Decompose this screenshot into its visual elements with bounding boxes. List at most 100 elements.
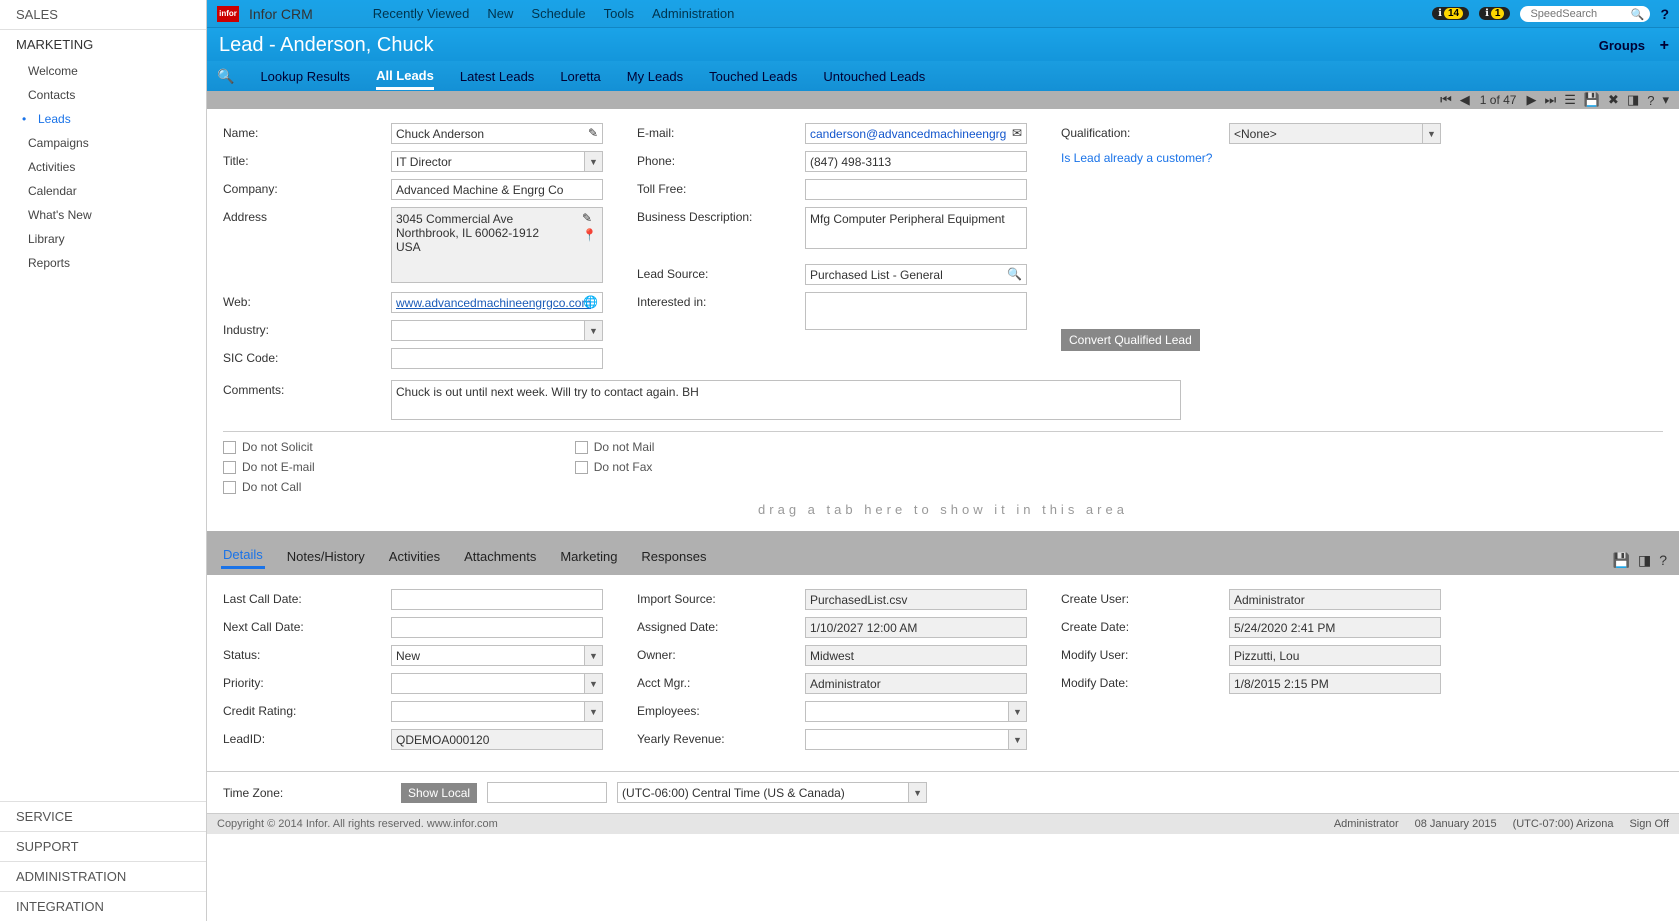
help-icon[interactable]: ? <box>1660 6 1669 22</box>
sidebar-item-reports[interactable]: Reports <box>0 251 206 275</box>
owner-field[interactable]: Midwest <box>805 645 1027 666</box>
tab-all-leads[interactable]: All Leads <box>376 62 434 90</box>
pencil-icon[interactable]: ✎ <box>588 126 598 140</box>
lookup-icon[interactable]: 🔍 <box>217 68 234 85</box>
speedsearch-box[interactable]: 🔍 <box>1520 6 1650 22</box>
chevron-down-icon[interactable]: ▼ <box>584 321 602 340</box>
next-page-icon[interactable]: ▶ <box>1524 92 1538 108</box>
sidebar-section-integration[interactable]: INTEGRATION <box>0 891 206 921</box>
lastcall-input[interactable] <box>391 589 603 610</box>
drag-tab-area[interactable]: drag a tab here to show it in this area <box>223 494 1663 525</box>
name-input[interactable]: Chuck Anderson✎ <box>391 123 603 144</box>
sidebar-item-leads[interactable]: Leads <box>0 107 206 131</box>
save-icon[interactable]: 💾 <box>1582 92 1602 108</box>
mail-icon[interactable]: ✉ <box>1012 126 1022 140</box>
chevron-down-icon[interactable]: ▼ <box>584 702 602 721</box>
title-select[interactable]: IT Director▼ <box>391 151 603 172</box>
menu-tools[interactable]: Tools <box>604 6 634 21</box>
groups-link[interactable]: Groups <box>1599 38 1645 53</box>
donot-solicit-checkbox[interactable]: Do not Solicit <box>223 440 315 454</box>
employees-select[interactable]: ▼ <box>805 701 1027 722</box>
tollfree-input[interactable] <box>805 179 1027 200</box>
nextcall-input[interactable] <box>391 617 603 638</box>
sic-input[interactable] <box>391 348 603 369</box>
edit-icon[interactable]: ◨ <box>1638 552 1651 569</box>
interested-textarea[interactable] <box>805 292 1027 330</box>
edit-icon[interactable]: ◨ <box>1625 92 1641 108</box>
dtab-details[interactable]: Details <box>221 543 265 569</box>
email-input[interactable]: canderson@advancedmachineengrg✉ <box>805 123 1027 144</box>
tab-latest-leads[interactable]: Latest Leads <box>460 63 534 90</box>
prev-page-icon[interactable]: ◀ <box>1458 92 1472 108</box>
menu-schedule[interactable]: Schedule <box>531 6 585 21</box>
leadsource-input[interactable]: Purchased List - General🔍 <box>805 264 1027 285</box>
dtab-marketing[interactable]: Marketing <box>558 545 619 568</box>
is-customer-link[interactable]: Is Lead already a customer? <box>1061 151 1212 165</box>
company-input[interactable] <box>391 179 603 200</box>
sidebar-item-whatsnew[interactable]: What's New <box>0 203 206 227</box>
sidebar-section-service[interactable]: SERVICE <box>0 801 206 831</box>
donot-mail-checkbox[interactable]: Do not Mail <box>575 440 655 454</box>
help-icon[interactable]: ? <box>1659 552 1667 569</box>
map-pin-icon[interactable]: 📍 <box>582 228 597 242</box>
donot-fax-checkbox[interactable]: Do not Fax <box>575 460 655 474</box>
tab-lookup-results[interactable]: Lookup Results <box>260 63 350 90</box>
menu-administration[interactable]: Administration <box>652 6 734 21</box>
dtab-responses[interactable]: Responses <box>639 545 708 568</box>
speedsearch-input[interactable] <box>1530 8 1620 20</box>
sidebar-item-welcome[interactable]: Welcome <box>0 59 206 83</box>
dtab-attachments[interactable]: Attachments <box>462 545 538 568</box>
bizdesc-textarea[interactable] <box>805 207 1027 249</box>
dtab-notes[interactable]: Notes/History <box>285 545 367 568</box>
comments-textarea[interactable] <box>391 380 1181 420</box>
sidebar-item-calendar[interactable]: Calendar <box>0 179 206 203</box>
timezone-select[interactable]: (UTC-06:00) Central Time (US & Canada)▼ <box>617 782 927 803</box>
dtab-activities[interactable]: Activities <box>387 545 442 568</box>
qualification-select[interactable]: <None>▼ <box>1229 123 1441 144</box>
timezone-empty-input[interactable] <box>487 782 607 803</box>
sidebar-section-sales[interactable]: SALES <box>0 0 206 30</box>
globe-icon[interactable]: 🌐 <box>583 295 598 309</box>
tab-touched-leads[interactable]: Touched Leads <box>709 63 797 90</box>
tab-untouched-leads[interactable]: Untouched Leads <box>823 63 925 90</box>
first-page-icon[interactable]: ⏮ <box>1438 92 1454 108</box>
sidebar-section-support[interactable]: SUPPORT <box>0 831 206 861</box>
sidebar-item-library[interactable]: Library <box>0 227 206 251</box>
last-page-icon[interactable]: ⏭ <box>1542 92 1558 108</box>
donot-call-checkbox[interactable]: Do not Call <box>223 480 315 494</box>
web-link[interactable]: www.advancedmachineengrgco.com🌐 <box>391 292 603 313</box>
acctmgr-field[interactable]: Administrator <box>805 673 1027 694</box>
notification-badge-2[interactable]: ℹ 1 <box>1479 7 1510 20</box>
chevron-down-icon[interactable]: ▼ <box>1422 124 1440 143</box>
chevron-down-icon[interactable]: ▼ <box>1008 702 1026 721</box>
address-textarea[interactable] <box>391 207 603 283</box>
tab-loretta[interactable]: Loretta <box>560 63 600 90</box>
search-icon[interactable]: 🔍 <box>1007 267 1022 281</box>
chevron-down-icon[interactable]: ▼ <box>584 674 602 693</box>
chevron-down-icon[interactable]: ▼ <box>1008 730 1026 749</box>
priority-select[interactable]: ▼ <box>391 673 603 694</box>
show-local-button[interactable]: Show Local <box>401 783 477 803</box>
sidebar-item-campaigns[interactable]: Campaigns <box>0 131 206 155</box>
save-icon[interactable]: 💾 <box>1613 552 1630 569</box>
sidebar-section-marketing[interactable]: MARKETING <box>0 30 206 59</box>
chevron-down-icon[interactable]: ▼ <box>584 152 602 171</box>
tab-my-leads[interactable]: My Leads <box>627 63 683 90</box>
footer-signoff[interactable]: Sign Off <box>1629 818 1669 830</box>
industry-select[interactable]: ▼ <box>391 320 603 341</box>
notification-badge-1[interactable]: ℹ 14 <box>1432 7 1469 20</box>
convert-qualified-lead-button[interactable]: Convert Qualified Lead <box>1061 329 1200 351</box>
menu-new[interactable]: New <box>487 6 513 21</box>
dropdown-icon[interactable]: ▾ <box>1660 92 1671 108</box>
add-group-icon[interactable]: + <box>1660 37 1669 55</box>
delete-icon[interactable]: ✖ <box>1606 92 1621 108</box>
chevron-down-icon[interactable]: ▼ <box>584 646 602 665</box>
pencil-icon[interactable]: ✎ <box>582 211 597 225</box>
search-icon[interactable]: 🔍 <box>1631 8 1645 21</box>
status-select[interactable]: New▼ <box>391 645 603 666</box>
phone-input[interactable] <box>805 151 1027 172</box>
sidebar-item-activities[interactable]: Activities <box>0 155 206 179</box>
sidebar-section-administration[interactable]: ADMINISTRATION <box>0 861 206 891</box>
revenue-select[interactable]: ▼ <box>805 729 1027 750</box>
sidebar-item-contacts[interactable]: Contacts <box>0 83 206 107</box>
